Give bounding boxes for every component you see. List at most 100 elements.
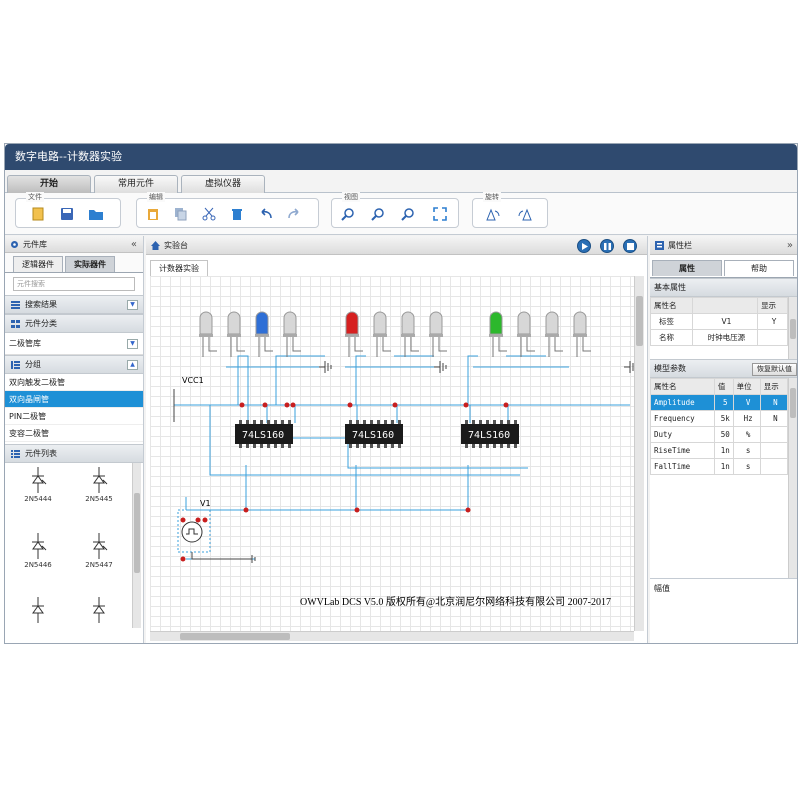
table-cell[interactable]: 1n bbox=[713, 458, 734, 475]
chevron-down-icon[interactable]: ▼ bbox=[127, 300, 138, 310]
cut-button[interactable] bbox=[201, 206, 217, 222]
list-item[interactable]: 双向触发二极管 bbox=[5, 374, 143, 391]
stop-button[interactable] bbox=[623, 239, 637, 253]
table-cell[interactable]: s bbox=[732, 442, 761, 459]
led-base bbox=[517, 334, 531, 337]
led bbox=[373, 311, 391, 357]
table-cell[interactable]: V1 bbox=[691, 313, 759, 330]
table-cell[interactable]: N bbox=[759, 394, 789, 411]
table-cell[interactable]: N bbox=[759, 410, 789, 427]
wires bbox=[174, 355, 630, 560]
group-header[interactable]: 分组 ▲ bbox=[5, 355, 143, 374]
undo-button[interactable] bbox=[258, 206, 274, 222]
table-cell[interactable]: 50 bbox=[713, 426, 734, 443]
led-leads bbox=[576, 337, 591, 357]
pause-button[interactable] bbox=[600, 239, 614, 253]
component-item[interactable] bbox=[84, 597, 114, 625]
table-cell[interactable]: Y bbox=[757, 313, 788, 330]
table-cell[interactable] bbox=[759, 426, 789, 443]
table-cell[interactable]: 5 bbox=[713, 394, 734, 411]
tab-help[interactable]: 帮助 bbox=[724, 260, 794, 276]
chip-pin bbox=[356, 420, 359, 424]
properties-icon bbox=[655, 241, 664, 250]
table-row[interactable]: RiseTime 1n s bbox=[650, 442, 789, 459]
redo-button[interactable] bbox=[286, 206, 302, 222]
component-list-header[interactable]: 元件列表 bbox=[5, 444, 143, 463]
scrollbar-thumb[interactable] bbox=[636, 296, 643, 346]
junction-dot bbox=[180, 556, 186, 562]
rotate-left-button[interactable] bbox=[485, 206, 501, 222]
table-cell[interactable] bbox=[759, 442, 789, 459]
save-button[interactable] bbox=[59, 206, 75, 222]
table-row[interactable]: FallTime 1n s bbox=[650, 458, 789, 475]
tab-logic-devices[interactable]: 逻辑器件 bbox=[13, 256, 63, 272]
component-item[interactable] bbox=[23, 597, 53, 625]
tab-virtual-instruments[interactable]: 虚拟仪器 bbox=[181, 175, 265, 193]
zoom-fit-button[interactable] bbox=[400, 206, 416, 222]
scrollbar-thumb[interactable] bbox=[180, 633, 290, 640]
table-cell[interactable]: 1n bbox=[713, 442, 734, 459]
table-row[interactable]: 名称 时钟电压源 bbox=[650, 329, 788, 346]
new-file-button[interactable] bbox=[30, 206, 46, 222]
table-cell[interactable]: % bbox=[732, 426, 761, 443]
zoom-out-button[interactable] bbox=[370, 206, 386, 222]
ground-symbol bbox=[319, 361, 332, 373]
table-cell[interactable]: V bbox=[732, 394, 761, 411]
col-header: 显示 bbox=[757, 297, 788, 314]
list-item[interactable]: PIN二极管 bbox=[5, 408, 143, 425]
table-cell[interactable] bbox=[757, 329, 788, 346]
table-cell[interactable]: 5k bbox=[713, 410, 734, 427]
scrollbar-thumb[interactable] bbox=[790, 319, 796, 339]
scrollbar-thumb[interactable] bbox=[134, 493, 140, 573]
tab-properties[interactable]: 属性 bbox=[652, 260, 722, 276]
table-row[interactable]: Duty 50% bbox=[650, 426, 789, 443]
component-2n5445[interactable]: 2N5445 bbox=[84, 467, 114, 503]
tab-counter-experiment[interactable]: 计数器实验 bbox=[150, 260, 208, 276]
list-item[interactable]: 双向晶闸管 bbox=[5, 391, 143, 408]
table-row[interactable]: Amplitude 5 V N bbox=[650, 394, 789, 411]
tab-real-devices[interactable]: 实际器件 bbox=[65, 256, 115, 272]
table-cell[interactable]: 时钟电压源 bbox=[691, 329, 759, 346]
restore-defaults-button[interactable]: 恢复默认值 bbox=[752, 363, 797, 376]
chip-pin bbox=[239, 420, 242, 424]
category-header[interactable]: 元件分类 bbox=[5, 314, 143, 333]
tab-common-components[interactable]: 常用元件 bbox=[94, 175, 178, 193]
list-item[interactable]: 变容二极管 bbox=[5, 425, 143, 442]
chip-pin bbox=[281, 420, 284, 424]
collapse-left-icon[interactable]: « bbox=[131, 236, 137, 253]
table-cell[interactable] bbox=[759, 458, 789, 475]
chip-pin bbox=[479, 420, 482, 424]
zoom-in-button[interactable] bbox=[340, 206, 356, 222]
copy-button[interactable] bbox=[173, 206, 189, 222]
chevron-up-icon[interactable]: ▲ bbox=[127, 360, 138, 370]
circuit-canvas[interactable]: VCC1 74LS160 74LS160 74LS160 V1 OWVLab D… bbox=[150, 276, 634, 631]
canvas-vscrollbar[interactable] bbox=[634, 276, 644, 631]
table-cell[interactable]: Hz bbox=[732, 410, 761, 427]
tab-start[interactable]: 开始 bbox=[7, 175, 91, 193]
open-folder-button[interactable] bbox=[88, 206, 104, 222]
scrollbar-thumb[interactable] bbox=[790, 388, 796, 418]
table-row[interactable]: 标签 V1 Y bbox=[650, 313, 788, 330]
component-2n5444[interactable]: 2N5444 bbox=[23, 467, 53, 503]
canvas-hscrollbar[interactable] bbox=[150, 631, 634, 641]
chip-pin bbox=[391, 444, 394, 448]
zoom-out-icon bbox=[371, 208, 384, 221]
play-button[interactable] bbox=[577, 239, 591, 253]
component-search-input[interactable]: 元件搜索 bbox=[13, 277, 135, 291]
delete-button[interactable] bbox=[229, 206, 245, 222]
paste-button[interactable] bbox=[145, 206, 161, 222]
component-list-scrollbar[interactable] bbox=[132, 463, 141, 628]
table-row[interactable]: Frequency 5k Hz N bbox=[650, 410, 789, 427]
chevron-down-icon[interactable]: ▼ bbox=[127, 339, 138, 349]
basic-grid-scrollbar[interactable] bbox=[788, 297, 797, 359]
search-results-header[interactable]: 搜索结果 ▼ bbox=[5, 295, 143, 314]
rotate-right-button[interactable] bbox=[517, 206, 533, 222]
component-2n5447[interactable]: 2N5447 bbox=[84, 533, 114, 569]
component-2n5446[interactable]: 2N5446 bbox=[23, 533, 53, 569]
category-select[interactable]: 二极管库 ▼ bbox=[5, 333, 143, 355]
fullscreen-button[interactable] bbox=[432, 206, 448, 222]
model-grid-scrollbar[interactable] bbox=[788, 378, 797, 578]
table-cell[interactable]: s bbox=[732, 458, 761, 475]
collapse-right-icon[interactable]: » bbox=[787, 236, 793, 255]
junction-dot bbox=[284, 402, 290, 408]
